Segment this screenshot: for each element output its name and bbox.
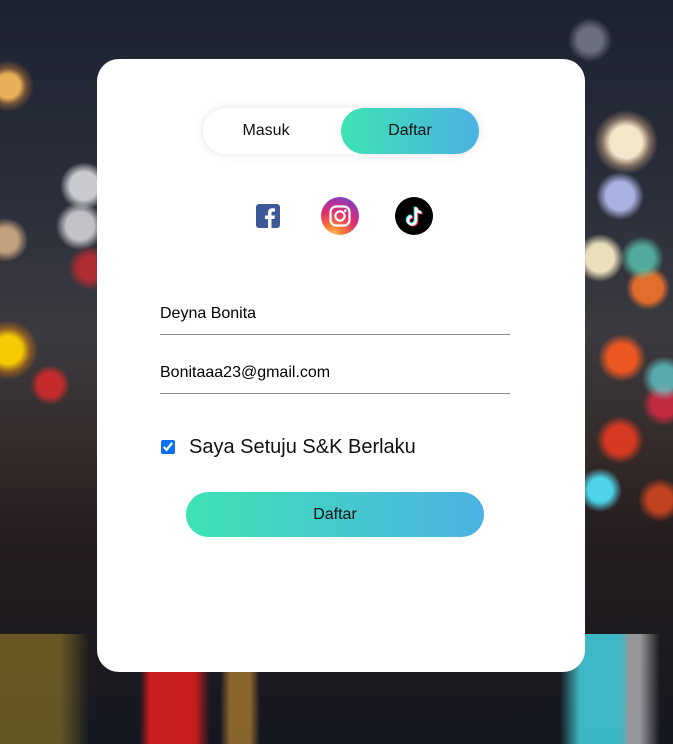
name-field[interactable] [160,294,510,335]
facebook-icon[interactable] [249,197,287,235]
agree-label: Saya Setuju S&K Berlaku [189,436,416,458]
tiktok-icon[interactable] [395,197,433,235]
tab-register[interactable]: Daftar [341,108,479,154]
agree-checkbox[interactable] [161,440,175,454]
register-card: Masuk Daftar Deyna Bonita Bonitaaa23@gma… [97,59,585,672]
instagram-icon[interactable] [321,197,359,235]
register-submit-button[interactable]: Daftar [186,492,484,537]
email-field[interactable] [160,353,510,394]
auth-toggle: Masuk Daftar [203,108,479,154]
tab-login[interactable]: Masuk [203,108,329,154]
